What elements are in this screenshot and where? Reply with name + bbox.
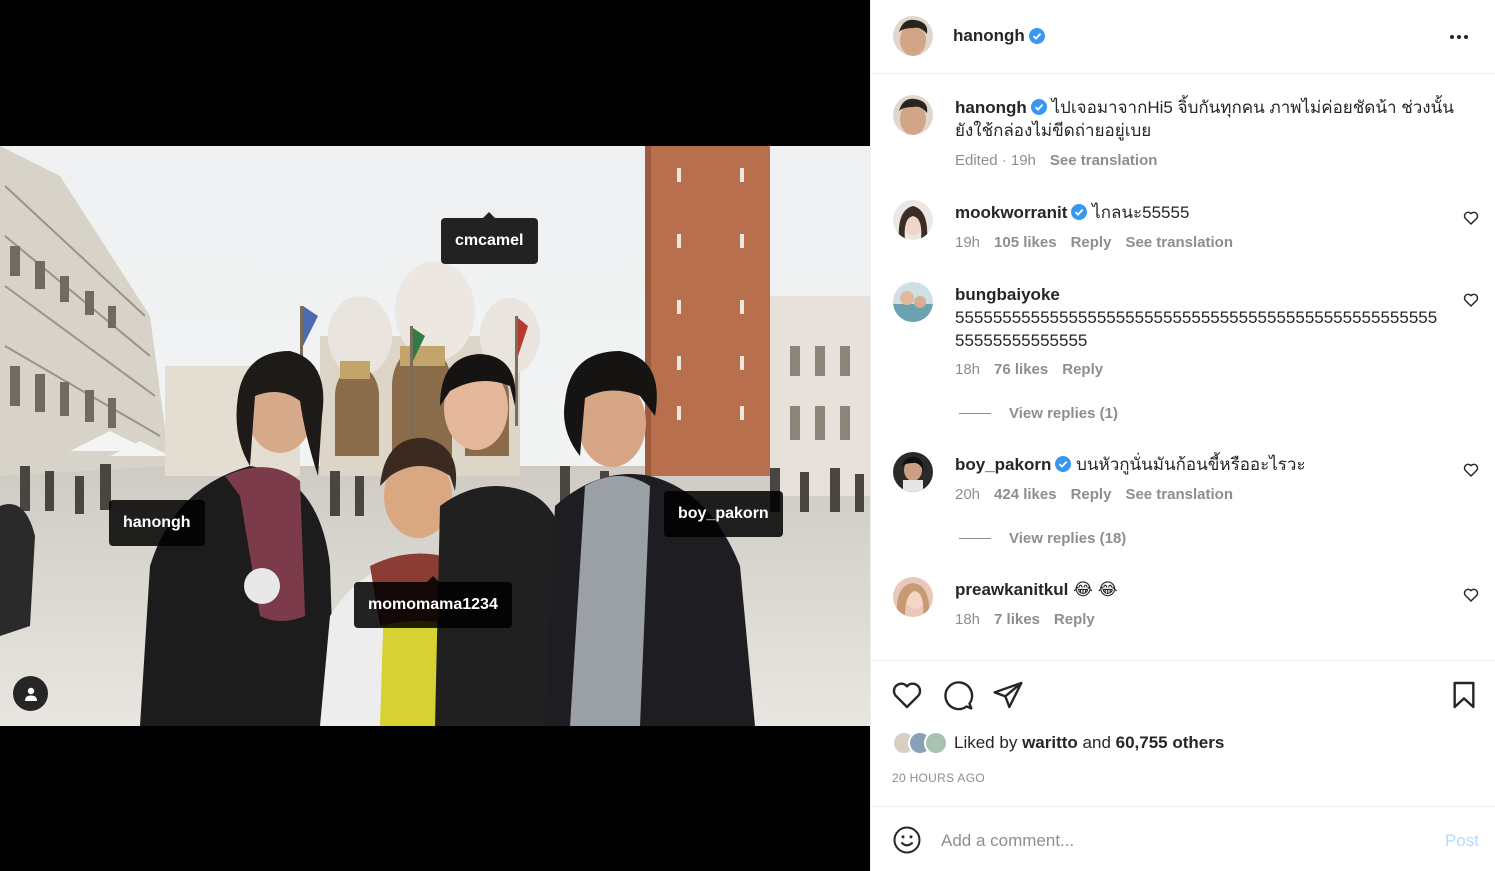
post-actions: Liked by waritto and 60,755 others 20 HO…	[871, 660, 1495, 807]
post-timestamp[interactable]: 20 HOURS AGO	[892, 771, 985, 785]
reply-button[interactable]: Reply	[1054, 611, 1095, 628]
comment-time: 18h	[955, 361, 981, 378]
verified-badge-icon	[1030, 99, 1047, 115]
comment-likes[interactable]: 7 likes	[994, 611, 1040, 628]
comment-time: 19h	[955, 234, 981, 251]
commenter-username[interactable]: bungbaiyoke	[955, 285, 1060, 304]
see-translation-link[interactable]: See translation	[1125, 486, 1233, 503]
see-translation-link[interactable]: See translation	[1050, 152, 1158, 169]
liker-username[interactable]: waritto	[1022, 733, 1078, 752]
view-replies-button[interactable]: View replies (1)	[959, 405, 1118, 422]
like-comment-heart-icon[interactable]	[1463, 292, 1479, 308]
person-icon	[24, 687, 37, 701]
commenter-username[interactable]: boy_pakorn	[955, 455, 1051, 474]
reply-button[interactable]: Reply	[1062, 361, 1103, 378]
comment-time: 20h	[955, 486, 981, 503]
emoji-icon[interactable]	[892, 825, 922, 855]
comment-bubble-icon[interactable]	[942, 679, 974, 711]
like-comment-heart-icon[interactable]	[1463, 462, 1479, 478]
author-avatar[interactable]	[893, 16, 933, 56]
reply-button[interactable]: Reply	[1071, 486, 1112, 503]
venice-group-photo	[0, 146, 870, 726]
commenter-avatar[interactable]	[893, 282, 933, 322]
caption-avatar[interactable]	[893, 95, 933, 135]
verified-badge-icon	[1028, 28, 1045, 44]
comment-input[interactable]	[941, 827, 1421, 855]
comment-likes[interactable]: 424 likes	[994, 486, 1057, 503]
post-header: hanongh	[871, 0, 1495, 74]
commenter-username[interactable]: mookworranit	[955, 203, 1067, 222]
comments-list: hanongh ไปเจอมาจากHi5 จิ้บกันทุกคน ภาพไม…	[871, 75, 1495, 660]
more-options-icon[interactable]	[1450, 28, 1472, 46]
reply-button[interactable]: Reply	[1071, 234, 1112, 251]
add-comment-bar: Post	[871, 806, 1495, 871]
post-side-panel: hanongh hanongh ไปเจอมาจากHi5 จิ้บกันทุก…	[870, 0, 1495, 871]
verified-badge-icon	[1055, 456, 1072, 472]
post-comment-button[interactable]: Post	[1445, 831, 1479, 851]
photo-tag-momomama1234[interactable]: momomama1234	[354, 576, 512, 628]
comment-text: 😂 😂	[1073, 580, 1118, 599]
save-bookmark-icon[interactable]	[1448, 679, 1480, 711]
commenter-avatar[interactable]	[893, 452, 933, 492]
post-media: cmcamel hanongh boy_pakorn momomama1234	[0, 0, 870, 871]
share-send-icon[interactable]	[992, 679, 1024, 711]
comment-text: บนหัวกูนั่นมันก้อนขี้หรืออะไรวะ	[1076, 455, 1306, 474]
liked-by: Liked by waritto and 60,755 others	[892, 731, 1224, 755]
photo-tag-cmcamel[interactable]: cmcamel	[441, 212, 538, 264]
comment-likes[interactable]: 76 likes	[994, 361, 1048, 378]
comment-likes[interactable]: 105 likes	[994, 234, 1057, 251]
photo-tag-hanongh[interactable]: hanongh	[109, 500, 205, 546]
liker-avatar	[924, 731, 948, 755]
verified-badge-icon	[1071, 204, 1088, 220]
comment-text: 5555555555555555555555555555555555555555…	[955, 308, 1438, 350]
photo-tag-boy-pakorn[interactable]: boy_pakorn	[664, 491, 783, 537]
comment-time: 18h	[955, 611, 981, 628]
like-comment-heart-icon[interactable]	[1463, 587, 1479, 603]
like-comment-heart-icon[interactable]	[1463, 210, 1479, 226]
comment-text: ไกลนะ55555	[1092, 203, 1190, 222]
commenter-avatar[interactable]	[893, 577, 933, 617]
author-username[interactable]: hanongh	[953, 26, 1025, 46]
caption-username[interactable]: hanongh	[955, 98, 1027, 117]
caption-time: Edited · 19h	[955, 152, 1036, 169]
like-heart-icon[interactable]	[891, 679, 923, 711]
tagged-users-button[interactable]	[13, 676, 48, 711]
see-translation-link[interactable]: See translation	[1125, 234, 1233, 251]
view-replies-button[interactable]: View replies (18)	[959, 530, 1126, 547]
post-photo[interactable]	[0, 146, 870, 726]
commenter-username[interactable]: preawkanitkul	[955, 580, 1068, 599]
likes-count[interactable]: 60,755 others	[1116, 733, 1225, 752]
commenter-avatar[interactable]	[893, 200, 933, 240]
